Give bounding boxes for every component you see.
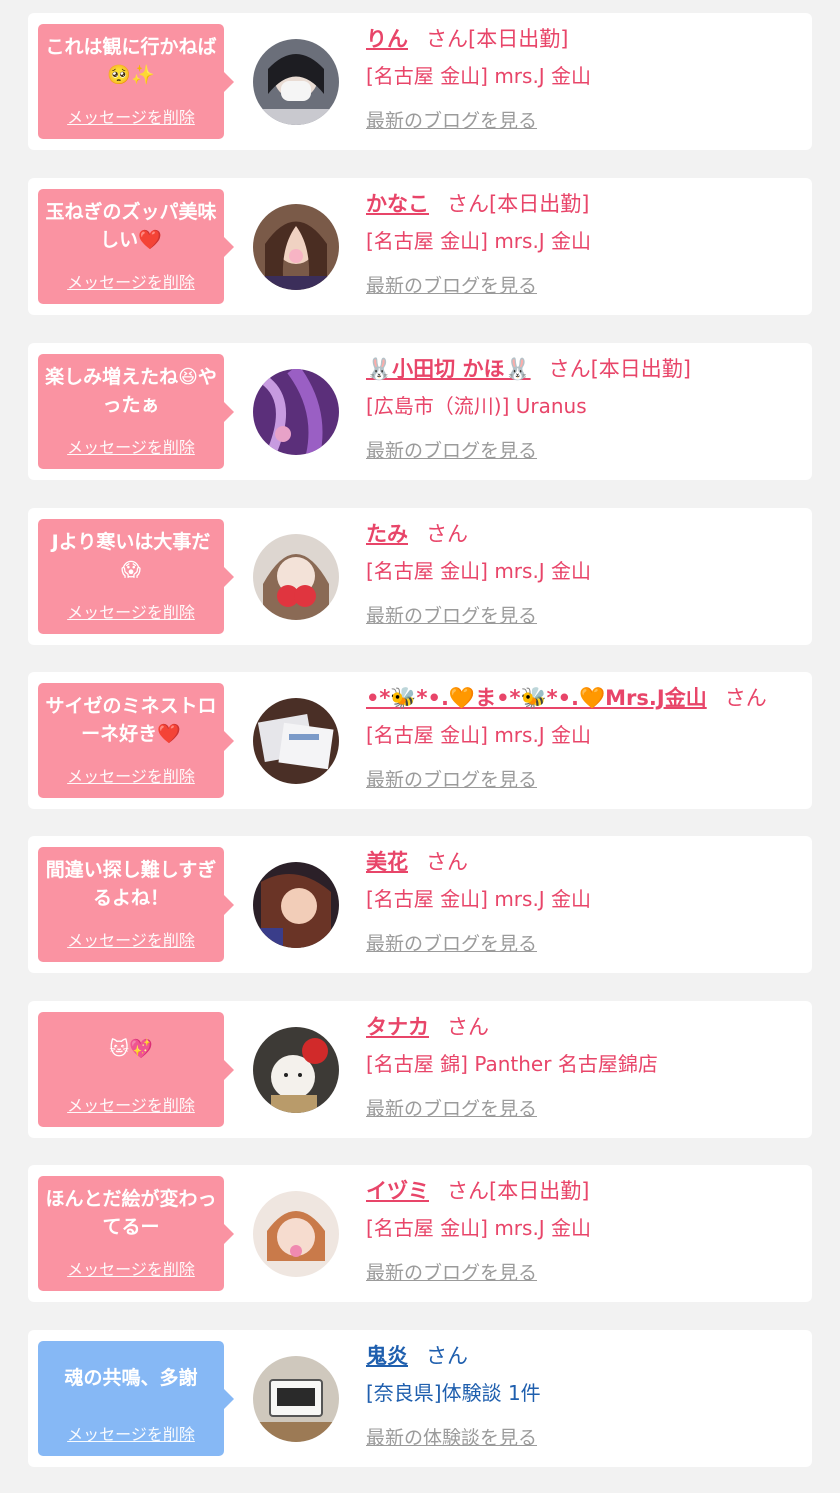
blog-link[interactable]: 最新の体験談を見る xyxy=(366,1425,802,1451)
name-suffix: さん[本日出勤] xyxy=(426,27,569,51)
shop-text: [名古屋 金山] mrs.J 金山 xyxy=(366,229,592,253)
avatar[interactable] xyxy=(253,862,339,948)
name-suffix: さん[本日出勤] xyxy=(447,192,590,216)
profile-name-link[interactable]: イヅミ xyxy=(366,1179,429,1203)
delete-message-link[interactable]: メッセージを削除 xyxy=(38,104,224,128)
name-suffix: さん[本日出勤] xyxy=(548,357,691,381)
shop-text: [名古屋 金山] mrs.J 金山 xyxy=(366,559,592,583)
shop-text: [名古屋 錦] Panther 名古屋錦店 xyxy=(366,1052,658,1076)
message-text: サイゼのミネストローネ好き❤️ xyxy=(45,695,217,745)
avatar[interactable] xyxy=(253,698,339,784)
profile-name-link[interactable]: たみ xyxy=(366,522,408,546)
name-suffix: さん xyxy=(426,850,468,874)
message-text: Jより寒いは大事だ😱 xyxy=(51,531,211,581)
profile-name-link[interactable]: かなこ xyxy=(366,192,429,216)
profile-name-link[interactable]: 🐰小田切 かほ🐰 xyxy=(366,357,531,381)
shop-text: [広島市（流川)] Uranus xyxy=(366,394,587,418)
blog-link[interactable]: 最新のブログを見る xyxy=(366,1260,802,1286)
avatar[interactable] xyxy=(253,1356,339,1442)
message-bubble: サイゼのミネストローネ好き❤️ メッセージを削除 xyxy=(38,683,234,798)
profile-name-link[interactable]: タナカ xyxy=(366,1015,429,1039)
message-bubble: 間違い探し難しすぎるよね！ メッセージを削除 xyxy=(38,847,234,962)
name-suffix: さん xyxy=(724,686,767,710)
delete-message-link[interactable]: メッセージを削除 xyxy=(38,434,224,458)
message-card: 楽しみ増えたね😆やったぁ メッセージを削除 🐰小田切 かほ🐰 さん[本日出勤] [… xyxy=(28,343,812,480)
message-card: 魂の共鳴、多謝 メッセージを削除 鬼炎 さん [奈良県]体験談 1件 最新の体験談… xyxy=(28,1330,812,1467)
delete-message-link[interactable]: メッセージを削除 xyxy=(38,763,224,787)
blog-link[interactable]: 最新のブログを見る xyxy=(366,603,802,629)
message-text: 間違い探し難しすぎるよね！ xyxy=(45,859,217,909)
message-text: 楽しみ増えたね😆やったぁ xyxy=(45,366,217,416)
name-suffix: さん xyxy=(447,1015,489,1039)
blog-link[interactable]: 最新のブログを見る xyxy=(366,767,802,793)
message-card: 間違い探し難しすぎるよね！ メッセージを削除 美花 さん [名古屋 金山] mrs… xyxy=(28,836,812,973)
delete-message-link[interactable]: メッセージを削除 xyxy=(38,599,224,623)
delete-message-link[interactable]: メッセージを削除 xyxy=(38,927,224,951)
shop-text: [名古屋 金山] mrs.J 金山 xyxy=(366,887,592,911)
message-text: 🐱💖 xyxy=(109,1038,153,1060)
delete-message-link[interactable]: メッセージを削除 xyxy=(38,1092,224,1116)
blog-link[interactable]: 最新のブログを見る xyxy=(366,1096,802,1122)
message-text: 魂の共鳴、多謝 xyxy=(64,1367,198,1389)
profile-name-link[interactable]: りん xyxy=(366,27,408,51)
message-bubble: これは観に行かねば🥺✨ メッセージを削除 xyxy=(38,24,234,139)
message-list: これは観に行かねば🥺✨ メッセージを削除 りん さん[本日出勤] [名古屋 金山]… xyxy=(0,0,840,1493)
avatar[interactable] xyxy=(253,39,339,125)
message-card: サイゼのミネストローネ好き❤️ メッセージを削除 •*🐝*•.🧡ま•*🐝*•.🧡… xyxy=(28,672,812,809)
avatar[interactable] xyxy=(253,204,339,290)
name-suffix: さん xyxy=(426,522,468,546)
profile-name-link[interactable]: •*🐝*•.🧡ま•*🐝*•.🧡Mrs.J金山 xyxy=(366,686,707,710)
avatar[interactable] xyxy=(253,1191,339,1277)
shop-text: [名古屋 金山] mrs.J 金山 xyxy=(366,723,592,747)
profile-name-link[interactable]: 美花 xyxy=(366,850,408,874)
profile-name-link[interactable]: 鬼炎 xyxy=(366,1344,408,1368)
message-bubble: ほんとだ絵が変わってるー メッセージを削除 xyxy=(38,1176,234,1291)
name-suffix: さん xyxy=(426,1344,468,1368)
blog-link[interactable]: 最新のブログを見る xyxy=(366,931,802,957)
message-card: Jより寒いは大事だ😱 メッセージを削除 たみ さん [名古屋 金山] mrs.J … xyxy=(28,508,812,645)
shop-text: [名古屋 金山] mrs.J 金山 xyxy=(366,1216,592,1240)
message-bubble: Jより寒いは大事だ😱 メッセージを削除 xyxy=(38,519,234,634)
shop-text: [奈良県]体験談 1件 xyxy=(366,1381,541,1405)
message-card: 🐱💖 メッセージを削除 タナカ さん [名古屋 錦] Panther 名古屋錦店 … xyxy=(28,1001,812,1138)
message-bubble: 🐱💖 メッセージを削除 xyxy=(38,1012,234,1127)
message-card: これは観に行かねば🥺✨ メッセージを削除 りん さん[本日出勤] [名古屋 金山]… xyxy=(28,13,812,150)
avatar[interactable] xyxy=(253,534,339,620)
message-card: ほんとだ絵が変わってるー メッセージを削除 イヅミ さん[本日出勤] [名古屋 金… xyxy=(28,1165,812,1302)
message-bubble: 玉ねぎのズッパ美味しい❤️ メッセージを削除 xyxy=(38,189,234,304)
message-bubble: 魂の共鳴、多謝 メッセージを削除 xyxy=(38,1341,234,1456)
delete-message-link[interactable]: メッセージを削除 xyxy=(38,1256,224,1280)
message-text: ほんとだ絵が変わってるー xyxy=(45,1188,217,1238)
blog-link[interactable]: 最新のブログを見る xyxy=(366,438,802,464)
message-bubble: 楽しみ増えたね😆やったぁ メッセージを削除 xyxy=(38,354,234,469)
blog-link[interactable]: 最新のブログを見る xyxy=(366,273,802,299)
avatar[interactable] xyxy=(253,1027,339,1113)
message-card: 玉ねぎのズッパ美味しい❤️ メッセージを削除 かなこ さん[本日出勤] [名古屋 … xyxy=(28,178,812,315)
delete-message-link[interactable]: メッセージを削除 xyxy=(38,1421,224,1445)
message-text: これは観に行かねば🥺✨ xyxy=(45,36,217,86)
delete-message-link[interactable]: メッセージを削除 xyxy=(38,269,224,293)
shop-text: [名古屋 金山] mrs.J 金山 xyxy=(366,64,592,88)
blog-link[interactable]: 最新のブログを見る xyxy=(366,108,802,134)
avatar[interactable] xyxy=(253,369,339,455)
message-text: 玉ねぎのズッパ美味しい❤️ xyxy=(45,201,217,251)
name-suffix: さん[本日出勤] xyxy=(447,1179,590,1203)
